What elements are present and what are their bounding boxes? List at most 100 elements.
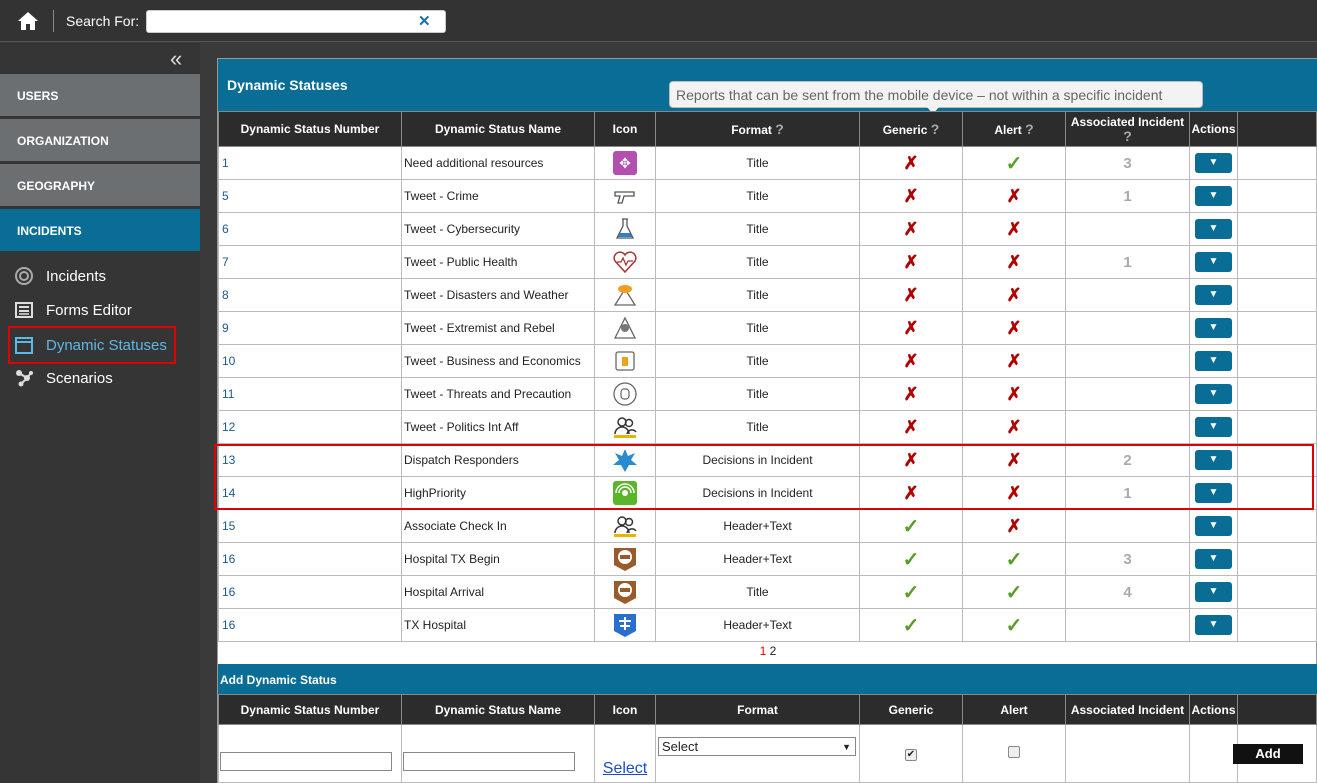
status-name: Tweet - Business and Economics [401, 344, 595, 378]
actions-cell: ▼ [1189, 443, 1238, 477]
associated-incident-count [1065, 410, 1190, 444]
generic-cell: ✗ [859, 278, 963, 312]
associated-incident-count: 4 [1065, 575, 1190, 609]
alert-cell: ✗ [962, 377, 1066, 411]
actions-dropdown-button[interactable]: ▼ [1195, 384, 1232, 404]
checkmark-icon: ✓ [902, 515, 920, 538]
clear-search-icon[interactable]: ✕ [418, 12, 431, 30]
new-number-input[interactable] [220, 752, 392, 771]
status-number: 12 [218, 410, 402, 444]
sidebar-section-users[interactable]: USERS [0, 74, 200, 116]
generic-checkbox[interactable]: ✔ [905, 749, 917, 761]
status-name: Associate Check In [401, 509, 595, 543]
explosion-icon [613, 449, 637, 472]
actions-dropdown-button[interactable]: ▼ [1195, 186, 1232, 206]
actions-dropdown-button[interactable]: ▼ [1195, 582, 1232, 602]
empty-cell [1237, 311, 1317, 345]
status-format: Decisions in Incident [655, 476, 860, 510]
header-alert: Alert ? [962, 111, 1066, 147]
actions-dropdown-button[interactable]: ▼ [1195, 615, 1232, 635]
header-empty [1237, 111, 1317, 147]
status-format: Title [655, 179, 860, 213]
search-input[interactable] [146, 10, 446, 33]
new-name-input[interactable] [403, 752, 575, 771]
table-row: 10 Tweet - Business and Economics Title ✗ ✗ ▼ [218, 344, 1317, 378]
divider [53, 10, 54, 32]
actions-dropdown-button[interactable]: ▼ [1195, 153, 1232, 173]
actions-dropdown-button[interactable]: ▼ [1195, 417, 1232, 437]
x-mark-icon: ✗ [1006, 482, 1022, 503]
sidebar-item-scenarios[interactable]: Scenarios [14, 366, 113, 390]
associated-incident-count [1065, 377, 1190, 411]
sidebar-item-label: Incidents [46, 267, 107, 285]
checkmark-icon: ✓ [902, 548, 920, 571]
status-number: 9 [218, 311, 402, 345]
status-name: Tweet - Extremist and Rebel [401, 311, 595, 345]
table-row: 5 Tweet - Crime Title ✗ ✗ 1 ▼ [218, 179, 1317, 213]
generic-cell: ✓ [859, 608, 963, 642]
format-select-value: Select [662, 739, 699, 754]
actions-dropdown-button[interactable]: ▼ [1195, 483, 1232, 503]
x-mark-icon: ✗ [903, 449, 919, 470]
add-button[interactable]: Add [1233, 744, 1303, 764]
select-icon-link[interactable]: Select [603, 760, 647, 777]
sidebar-section-incidents[interactable]: INCIDENTS [0, 209, 200, 251]
alert-checkbox[interactable] [1008, 746, 1020, 758]
header-icon: Icon [594, 694, 656, 725]
header-associated-incident: Associated Incident? [1065, 111, 1190, 147]
sidebar-item-forms-editor[interactable]: Forms Editor [14, 298, 132, 322]
status-format: Title [655, 311, 860, 345]
home-icon[interactable] [17, 11, 39, 31]
status-format: Title [655, 278, 860, 312]
actions-dropdown-button[interactable]: ▼ [1195, 219, 1232, 239]
alert-cell: ✗ [962, 344, 1066, 378]
status-format: Header+Text [655, 608, 860, 642]
help-icon[interactable]: ? [1025, 121, 1034, 137]
x-mark-icon: ✗ [1006, 515, 1022, 536]
header-actions: Actions [1189, 694, 1238, 725]
flask-icon [615, 218, 635, 239]
page-current[interactable]: 1 [760, 644, 767, 658]
calendar-icon [14, 335, 34, 355]
help-icon[interactable]: ? [931, 121, 940, 137]
actions-dropdown-button[interactable]: ▼ [1195, 285, 1232, 305]
status-number: 16 [218, 575, 402, 609]
page-link[interactable]: 2 [770, 644, 777, 658]
collapse-sidebar-icon[interactable]: « [170, 48, 182, 70]
new-actions-cell [1189, 724, 1238, 783]
empty-cell [1237, 344, 1317, 378]
x-mark-icon: ✗ [903, 218, 919, 239]
sidebar-item-dynamic-statuses[interactable]: Dynamic Statuses [8, 326, 176, 364]
actions-dropdown-button[interactable]: ▼ [1195, 516, 1232, 536]
header-name: Dynamic Status Name [401, 111, 595, 147]
associated-incident-count: 1 [1065, 179, 1190, 213]
actions-dropdown-button[interactable]: ▼ [1195, 351, 1232, 371]
no-entry-icon [614, 581, 636, 604]
status-icon-cell [594, 212, 656, 246]
dynamic-status-table: Dynamic Status Number Dynamic Status Nam… [218, 111, 1317, 642]
actions-dropdown-button[interactable]: ▼ [1195, 549, 1232, 569]
briefcase-icon [615, 351, 635, 371]
actions-dropdown-button[interactable]: ▼ [1195, 318, 1232, 338]
actions-dropdown-button[interactable]: ▼ [1195, 252, 1232, 272]
help-icon[interactable]: ? [775, 121, 784, 137]
sidebar-item-incidents[interactable]: Incidents [14, 264, 106, 288]
status-icon-cell [594, 608, 656, 642]
sidebar-section-geography[interactable]: GEOGRAPHY [0, 164, 200, 206]
actions-cell: ▼ [1189, 575, 1238, 609]
associated-incident-count [1065, 608, 1190, 642]
status-format: Header+Text [655, 509, 860, 543]
format-select[interactable]: Select ▼ [658, 737, 856, 756]
status-number: 11 [218, 377, 402, 411]
actions-cell: ▼ [1189, 179, 1238, 213]
status-number: 5 [218, 179, 402, 213]
sidebar-section-organization[interactable]: ORGANIZATION [0, 119, 200, 161]
generic-cell: ✗ [859, 146, 963, 180]
x-mark-icon: ✗ [903, 350, 919, 371]
associated-incident-count [1065, 311, 1190, 345]
actions-dropdown-button[interactable]: ▼ [1195, 450, 1232, 470]
actions-cell: ▼ [1189, 344, 1238, 378]
help-icon[interactable]: ? [1123, 128, 1132, 144]
network-icon [14, 368, 34, 388]
status-name: Dispatch Responders [401, 443, 595, 477]
